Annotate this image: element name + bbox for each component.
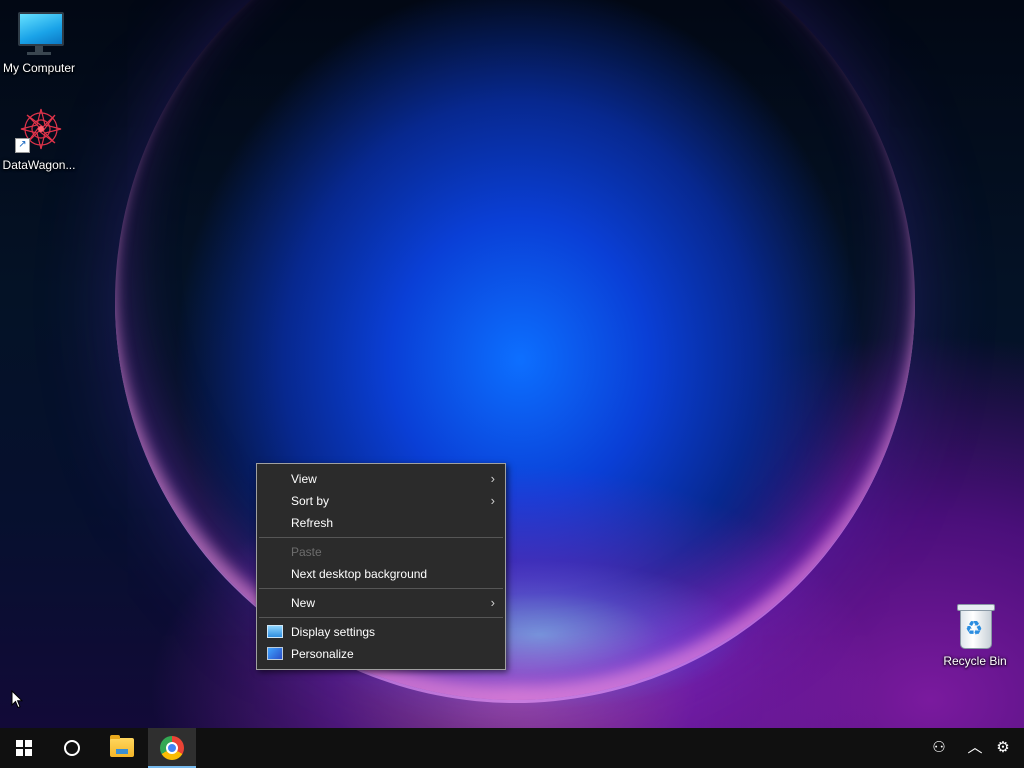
personalize-icon [267, 647, 283, 660]
chevron-right-icon: › [490, 471, 495, 486]
chevron-right-icon: › [490, 493, 495, 508]
menu-separator [259, 588, 503, 589]
windows-logo-icon [16, 740, 32, 756]
menu-item-label: Next desktop background [291, 567, 428, 581]
menu-item-label: Paste [291, 545, 322, 559]
desktop-background[interactable]: My Computer ↗ DataWagon... ♻ Recycle Bin… [0, 0, 1024, 728]
desktop-icon-label: My Computer [2, 61, 76, 75]
show-hidden-icons-button[interactable]: ︿ [960, 728, 990, 768]
desktop-icon-my-computer[interactable]: My Computer [0, 10, 78, 75]
menu-item-personalize[interactable]: Personalize [257, 643, 505, 665]
menu-item-paste: Paste [257, 541, 505, 563]
people-button[interactable]: ⚇ [924, 728, 954, 768]
menu-item-label: Sort by [291, 494, 330, 508]
chevron-up-icon: ︿ [967, 739, 983, 756]
menu-item-label: Personalize [291, 647, 354, 661]
chrome-button[interactable] [148, 728, 196, 768]
folder-icon [110, 735, 134, 757]
desktop-icon-datawagon[interactable]: ↗ DataWagon... [0, 107, 78, 172]
people-icon: ⚇ [932, 739, 946, 756]
settings-button[interactable]: ⚙ [988, 728, 1018, 768]
menu-item-label: View [291, 472, 317, 486]
desktop-icon-label: Recycle Bin [943, 654, 1007, 668]
wallpaper-ring [115, 0, 915, 703]
shortcut-arrow-icon: ↗ [15, 138, 30, 153]
menu-item-display-settings[interactable]: Display settings [257, 621, 505, 643]
menu-item-new[interactable]: New › [257, 592, 505, 614]
menu-item-label: Refresh [291, 516, 334, 530]
chrome-icon [160, 736, 184, 760]
computer-monitor-icon [15, 10, 64, 58]
menu-item-label: New [291, 596, 316, 610]
menu-item-label: Display settings [291, 625, 376, 639]
chevron-right-icon: › [490, 595, 495, 610]
start-button[interactable] [0, 728, 48, 768]
cortana-button[interactable] [48, 728, 96, 768]
menu-separator [259, 617, 503, 618]
cortana-circle-icon [64, 740, 80, 756]
desktop-context-menu: View › Sort by › Refresh Paste Next desk… [256, 463, 506, 670]
menu-item-next-desktop-background[interactable]: Next desktop background [257, 563, 505, 585]
file-explorer-button[interactable] [98, 728, 146, 768]
desktop-icon-recycle-bin[interactable]: ♻ Recycle Bin [936, 603, 1014, 668]
menu-item-refresh[interactable]: Refresh [257, 512, 505, 534]
menu-item-sort-by[interactable]: Sort by › [257, 490, 505, 512]
display-settings-icon [267, 625, 283, 638]
gear-icon: ⚙ [996, 739, 1010, 756]
taskbar: ⚇ ︿ ⚙ [0, 728, 1024, 768]
desktop-icon-label: DataWagon... [2, 158, 76, 172]
datawagon-app-icon: ↗ [15, 107, 63, 155]
recycle-bin-icon: ♻ [951, 603, 999, 651]
menu-separator [259, 537, 503, 538]
menu-item-view[interactable]: View › [257, 468, 505, 490]
